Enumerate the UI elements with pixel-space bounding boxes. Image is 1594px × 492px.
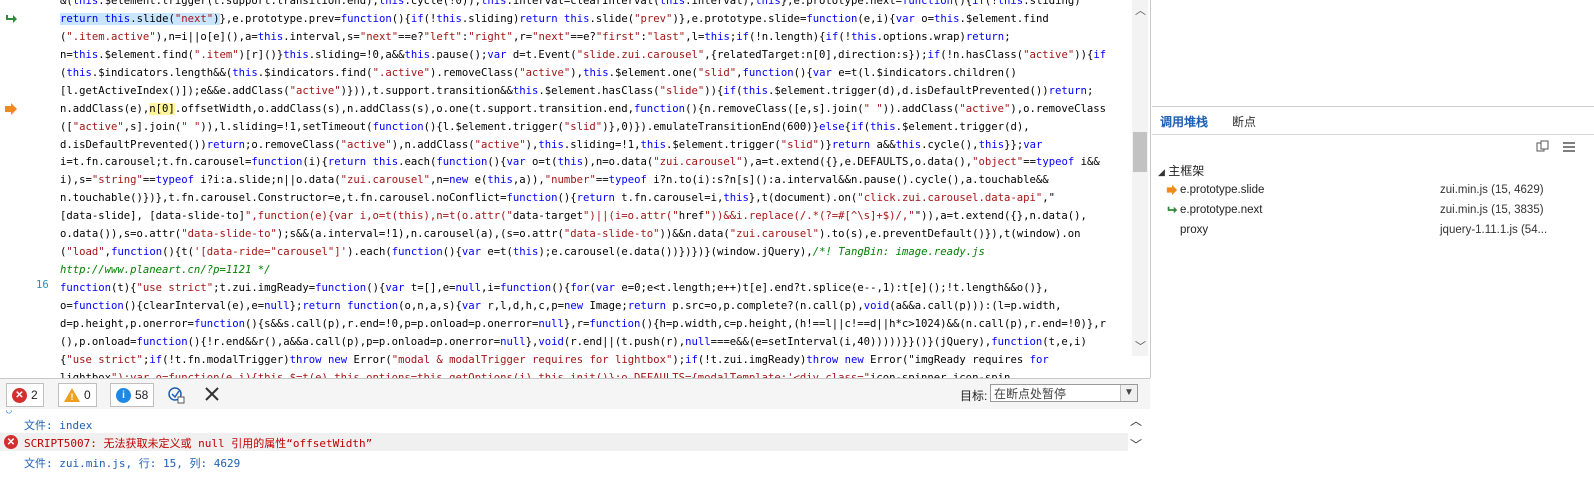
warnings-filter-button[interactable]: ! 0: [58, 383, 97, 407]
code-line[interactable]: return this.slide("next")},e.prototype.p…: [60, 11, 1132, 29]
code-line[interactable]: n.addClass(e),n[0].offsetWidth,o.addClas…: [60, 101, 1132, 119]
chevron-up-icon[interactable]: ︿: [1130, 412, 1142, 429]
frame-location: zui.min.js (15, 3835): [1440, 204, 1544, 216]
code-line[interactable]: o.data()),s=o.attr("data-slide-to");s&&(…: [60, 226, 1132, 244]
code-line[interactable]: (),p.onload=function(){!r.end&&r(),a&&a.…: [60, 334, 1132, 352]
code-line[interactable]: {"use strict";if(!t.fn.modalTrigger)thro…: [60, 352, 1132, 370]
code-gutter[interactable]: 16: [0, 0, 56, 378]
current-statement-arrow-icon: [4, 102, 18, 116]
errors-filter-button[interactable]: ✕ 2: [6, 383, 44, 407]
current-statement-arrow-icon: [1166, 184, 1178, 199]
svg-text:!: !: [71, 392, 74, 402]
line-number: 16: [36, 279, 49, 291]
callstack-root[interactable]: ◢ 主框架: [1158, 162, 1204, 179]
target-label: 目标:: [960, 389, 988, 403]
callstack-root-label: 主框架: [1168, 164, 1205, 178]
warning-icon: !: [64, 388, 80, 402]
console-scroll[interactable]: ︿ ﹀: [1130, 412, 1148, 462]
frame-name: proxy: [1180, 224, 1209, 236]
code-line[interactable]: ("load",function(){t('[data-ride="carous…: [60, 244, 1132, 262]
code-line[interactable]: http://www.planeart.cn/?p=1121 */: [60, 262, 1132, 280]
console-toolbar: ✕ 2 ! 0 i 58 目标: 在断点处暂停 ▼: [0, 378, 1150, 410]
frame-name: e.prototype.slide: [1180, 184, 1265, 196]
callstack-frame[interactable]: e.prototype.next zui.min.js (15, 3835): [1166, 204, 1586, 222]
console-error-row[interactable]: ✕ SCRIPT5007: 无法获取未定义或 null 引用的属性“offset…: [0, 433, 1128, 451]
callstack-panel: 调用堆栈 断点 ◢ 主框架 e.prototype.slide zui.min.…: [1152, 108, 1594, 492]
messages-count: 58: [135, 388, 149, 402]
return-arrow-icon: [4, 12, 18, 26]
frame-name: e.prototype.next: [1180, 204, 1263, 216]
callstack-tabs: 调用堆栈 断点: [1152, 108, 1594, 135]
code-line[interactable]: n=this.$element.find(".item")[r]()}this.…: [60, 47, 1132, 65]
callstack-frame[interactable]: proxy jquery-1.11.1.js (54...: [1166, 224, 1586, 242]
code-line[interactable]: i=t.fn.carousel;t.fn.carousel=function(i…: [60, 154, 1132, 172]
collapse-triangle-icon[interactable]: ◢: [1158, 167, 1165, 177]
code-line[interactable]: [l.getActiveIndex()]);e&&e.addClass("act…: [60, 83, 1132, 101]
code-line[interactable]: [data-slide], [data-slide-to]",function(…: [60, 208, 1132, 226]
code-line[interactable]: function(t){"use strict";t.zui.imgReady=…: [60, 280, 1132, 298]
target-select-value: 在断点处暂停: [994, 387, 1067, 401]
info-icon: ◡: [6, 405, 13, 416]
code-line[interactable]: i),s="string"==typeof i?i:a.slide;n||o.d…: [60, 172, 1132, 190]
code-line[interactable]: &(this.$element.trigger(t.support.transi…: [60, 0, 1132, 11]
tab-breakpoints[interactable]: 断点: [1232, 113, 1256, 130]
right-top-panel: [1152, 0, 1594, 107]
code-line[interactable]: (this.$indicators.length&&(this.$indicat…: [60, 65, 1132, 83]
tab-callstack[interactable]: 调用堆栈: [1160, 113, 1208, 130]
console-output[interactable]: ◡ 文件: index ✕ SCRIPT5007: 无法获取未定义或 null …: [0, 405, 1150, 492]
target-select[interactable]: 在断点处暂停 ▼: [990, 384, 1138, 402]
console-error-location[interactable]: 文件: zui.min.js, 行: 15, 列: 4629: [24, 455, 240, 471]
error-icon: ✕: [4, 435, 18, 449]
errors-count: 2: [31, 388, 38, 402]
clear-on-navigate-icon[interactable]: [166, 385, 186, 405]
code-vertical-scrollbar[interactable]: ︿ ﹀: [1132, 0, 1148, 356]
code-line[interactable]: (".item.active"),n=i||o[e](),a=this.inte…: [60, 29, 1132, 47]
copy-stack-icon[interactable]: [1536, 140, 1550, 157]
code-line[interactable]: (["active",s].join(" ")),l.sliding=!1,se…: [60, 119, 1132, 137]
scroll-up-arrow-icon[interactable]: ︿: [1135, 2, 1146, 18]
info-icon: i: [116, 387, 131, 403]
frame-location: jquery-1.11.1.js (54...: [1440, 224, 1548, 236]
return-arrow-icon: [1166, 204, 1178, 219]
code-lines[interactable]: &(this.$element.trigger(t.support.transi…: [60, 0, 1132, 378]
chevron-down-icon[interactable]: ﹀: [1130, 436, 1142, 453]
messages-filter-button[interactable]: i 58: [110, 383, 155, 407]
code-editor[interactable]: 16 &(this.$element.trigger(t.support.tra…: [0, 0, 1151, 378]
frame-location: zui.min.js (15, 4629): [1440, 184, 1544, 196]
code-line[interactable]: lightbox");var o=function(e,i){this.$=t(…: [60, 370, 1132, 378]
code-line[interactable]: d.isDefaultPrevented())return;o.removeCl…: [60, 137, 1132, 155]
chevron-down-icon[interactable]: ▼: [1120, 385, 1137, 401]
code-line[interactable]: n.touchable()})},t.fn.carousel.Construct…: [60, 190, 1132, 208]
console-error-text: SCRIPT5007: 无法获取未定义或 null 引用的属性“offsetWi…: [24, 437, 373, 450]
list-settings-icon[interactable]: [1562, 140, 1576, 157]
clear-console-icon[interactable]: [204, 386, 220, 402]
warnings-count: 0: [84, 388, 91, 402]
callstack-frame[interactable]: e.prototype.slide zui.min.js (15, 4629): [1166, 184, 1586, 202]
error-icon: ✕: [12, 387, 27, 403]
callstack-tools: [1536, 140, 1576, 157]
scroll-thumb[interactable]: [1133, 132, 1147, 172]
console-file-index[interactable]: 文件: index: [24, 417, 92, 433]
scroll-down-arrow-icon[interactable]: ﹀: [1135, 338, 1146, 354]
code-line[interactable]: o=function(){clearInterval(e),e=null};re…: [60, 298, 1132, 316]
code-line[interactable]: d=p.height,p.onerror=function(){s&&s.cal…: [60, 316, 1132, 334]
